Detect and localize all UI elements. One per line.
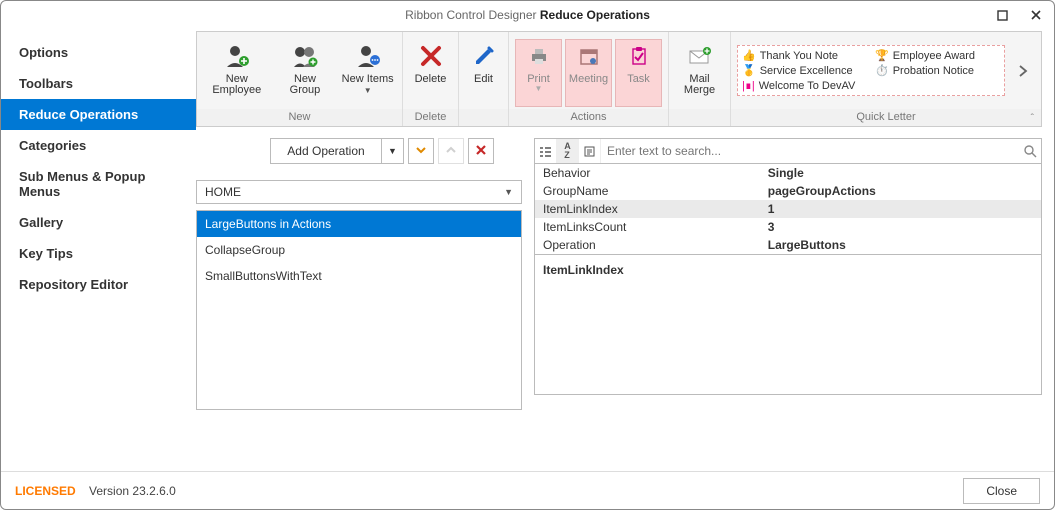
x-red-icon: [417, 42, 445, 70]
ribbon-item-edit[interactable]: Edit: [465, 39, 502, 107]
chevron-down-icon: ▼: [504, 187, 513, 197]
label: Task: [627, 74, 650, 85]
sidebar-item-reduce-operations[interactable]: Reduce Operations: [1, 99, 196, 130]
list-item[interactable]: SmallButtonsWithText: [197, 263, 521, 289]
property-pages-icon[interactable]: [579, 139, 601, 163]
property-row[interactable]: ItemLinkIndex1: [535, 200, 1041, 218]
trophy-icon: 🏆: [875, 49, 889, 62]
group-add-icon: [291, 42, 319, 70]
calendar-person-icon: [575, 42, 603, 70]
chevron-down-icon: ▼: [364, 87, 372, 95]
ribbon-collapse-caret[interactable]: ˆ: [196, 113, 1042, 124]
sidebar-item-toolbars[interactable]: Toolbars: [1, 68, 196, 99]
ribbon-item-new-items[interactable]: New Items ▼: [339, 39, 396, 107]
add-operation-caret[interactable]: ▼: [382, 138, 404, 164]
ribbon-item-delete[interactable]: Delete: [409, 39, 452, 107]
clock-icon: ⏱️: [875, 64, 889, 77]
search-icon[interactable]: [1019, 144, 1041, 158]
property-grid-toolbar: AZ: [534, 138, 1042, 164]
printer-icon: [525, 42, 553, 70]
sidebar-item-submenus[interactable]: Sub Menus & Popup Menus: [1, 161, 196, 207]
alphabetical-icon[interactable]: AZ: [557, 139, 579, 163]
version-label: Version 23.2.6.0: [89, 484, 176, 498]
ribbon-item-new-group[interactable]: New Group: [277, 39, 334, 107]
title-light: Ribbon Control Designer: [405, 8, 540, 22]
add-operation-button[interactable]: Add Operation: [270, 138, 382, 164]
chevron-down-icon: [415, 144, 427, 159]
ql-entry[interactable]: 🏆Employee Award: [875, 49, 1000, 62]
title-bold: Reduce Operations: [540, 8, 650, 22]
ql-entry: [875, 79, 1000, 92]
ql-entry[interactable]: |∎|Welcome To DevAV: [742, 79, 867, 92]
remove-operation-button[interactable]: [468, 138, 494, 164]
clipboard-check-icon: [625, 42, 653, 70]
list-item[interactable]: CollapseGroup: [197, 237, 521, 263]
sidebar-item-options[interactable]: Options: [1, 37, 196, 68]
ribbon-item-meeting[interactable]: Meeting: [565, 39, 612, 107]
label: Meeting: [569, 74, 608, 85]
move-up-button[interactable]: [438, 138, 464, 164]
x-red-icon: [475, 144, 487, 159]
label: Edit: [474, 74, 493, 85]
property-row[interactable]: GroupNamepageGroupActions: [535, 182, 1041, 200]
thumb-up-icon: 👍: [742, 49, 756, 62]
property-grid[interactable]: BehaviorSingle GroupNamepageGroupActions…: [534, 164, 1042, 255]
add-operation-dropdown[interactable]: Add Operation ▼: [270, 138, 404, 164]
titlebar: Ribbon Control Designer Reduce Operation…: [1, 1, 1054, 29]
window-maximize-icon[interactable]: [992, 5, 1012, 25]
label: New Employee: [204, 74, 270, 96]
list-item[interactable]: LargeButtons in Actions: [197, 211, 521, 237]
page-selector[interactable]: HOME ▼: [196, 180, 522, 204]
quick-letter-gallery[interactable]: 👍Thank You Note 🏆Employee Award 🥇Service…: [737, 45, 1005, 96]
pencil-icon: [470, 42, 498, 70]
chevron-down-icon: ▼: [388, 146, 397, 156]
sidebar-item-keytips[interactable]: Key Tips: [1, 238, 196, 269]
label: Print: [527, 74, 550, 85]
label: Delete: [415, 74, 447, 85]
label: New Items: [342, 74, 394, 85]
move-down-button[interactable]: [408, 138, 434, 164]
person-chat-icon: [354, 42, 382, 70]
property-row[interactable]: ItemLinksCount3: [535, 218, 1041, 236]
bars-icon: |∎|: [742, 79, 755, 92]
medal-icon: 🥇: [742, 64, 756, 77]
sidebar-item-repository[interactable]: Repository Editor: [1, 269, 196, 300]
sidebar-item-categories[interactable]: Categories: [1, 130, 196, 161]
gallery-next-button[interactable]: [1011, 64, 1035, 78]
licensed-label: LICENSED: [15, 484, 76, 498]
ql-entry[interactable]: 👍Thank You Note: [742, 49, 867, 62]
ribbon-item-new-employee[interactable]: New Employee: [203, 39, 271, 107]
ql-entry[interactable]: 🥇Service Excellence: [742, 64, 867, 77]
ribbon-item-print[interactable]: Print ▼: [515, 39, 562, 107]
ribbon-item-mailmerge[interactable]: Mail Merge: [675, 39, 724, 107]
property-row[interactable]: BehaviorSingle: [535, 164, 1041, 182]
chevron-up-icon: [445, 144, 457, 159]
property-description: ItemLinkIndex: [534, 255, 1042, 395]
ql-entry[interactable]: ⏱️Probation Notice: [875, 64, 1000, 77]
sidebar: Options Toolbars Reduce Operations Categ…: [1, 29, 196, 471]
footer: LICENSED Version 23.2.6.0 Close: [1, 471, 1054, 509]
property-row[interactable]: OperationLargeButtons: [535, 236, 1041, 254]
label: New Group: [278, 74, 333, 96]
chevron-down-icon: ▼: [535, 85, 543, 93]
close-button[interactable]: Close: [963, 478, 1040, 504]
mail-plus-icon: [686, 42, 714, 70]
page-selector-value: HOME: [205, 185, 241, 199]
sidebar-item-gallery[interactable]: Gallery: [1, 207, 196, 238]
label: Mail Merge: [676, 74, 723, 96]
operations-list[interactable]: LargeButtons in Actions CollapseGroup Sm…: [196, 210, 522, 410]
ribbon-item-task[interactable]: Task: [615, 39, 662, 107]
categorize-icon[interactable]: [535, 139, 557, 163]
window-close-icon[interactable]: [1026, 5, 1046, 25]
person-add-icon: [223, 42, 251, 70]
search-input[interactable]: [601, 144, 1019, 158]
